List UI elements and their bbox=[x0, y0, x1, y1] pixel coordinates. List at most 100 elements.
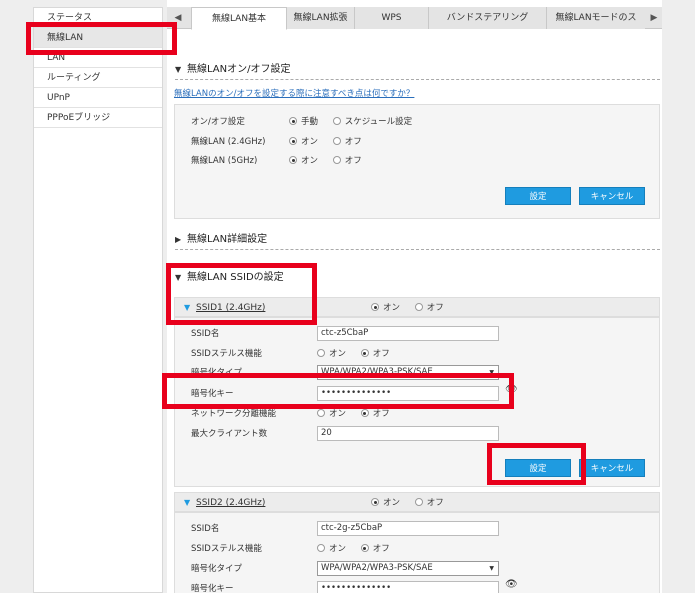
tab-scroll-right-icon[interactable]: ▶ bbox=[647, 7, 661, 29]
radio-icon bbox=[289, 137, 297, 145]
tab-wireless-mode[interactable]: 無線LANモードのス bbox=[547, 7, 645, 29]
form-row: 無線LAN (5GHz) オン オフ bbox=[175, 153, 659, 169]
field-label: オン/オフ設定 bbox=[191, 117, 245, 127]
radio-icon bbox=[317, 349, 325, 357]
collapse-triangle-icon: ▼ bbox=[175, 65, 182, 74]
radio-icon bbox=[332, 117, 341, 125]
ssid1-separator-off-radio[interactable]: オフ bbox=[360, 409, 390, 419]
sidebar-item-routing[interactable]: ルーティング bbox=[34, 68, 162, 88]
radio-icon bbox=[317, 544, 325, 552]
ssid2-on-radio[interactable]: オン bbox=[371, 498, 400, 508]
radio-manual[interactable]: 手動 bbox=[289, 117, 318, 127]
field-label: 暗号化キー bbox=[191, 584, 234, 593]
form-row: 無線LAN (2.4GHz) オン オフ bbox=[175, 134, 659, 150]
tab-band-steering[interactable]: バンドステアリング bbox=[429, 7, 547, 29]
sidebar-item-lan[interactable]: LAN bbox=[34, 48, 162, 68]
ssid2-off-radio[interactable]: オフ bbox=[414, 498, 444, 508]
ssid2-header[interactable]: ▼ SSID2 (2.4GHz) オン オフ bbox=[174, 492, 660, 512]
radio-icon bbox=[371, 498, 379, 506]
radio-icon bbox=[360, 349, 369, 357]
ssid2-stealth-on-radio[interactable]: オン bbox=[317, 544, 346, 554]
radio-icon bbox=[414, 303, 423, 311]
section-title: 無線LAN SSIDの設定 bbox=[187, 272, 284, 283]
radio-5ghz-on[interactable]: オン bbox=[289, 156, 318, 166]
form-row: オン/オフ設定 手動 スケジュール設定 bbox=[175, 114, 659, 130]
radio-schedule[interactable]: スケジュール設定 bbox=[332, 117, 412, 127]
onoff-cancel-button[interactable]: キャンセル bbox=[579, 187, 645, 205]
ssid1-on-radio[interactable]: オン bbox=[371, 303, 400, 313]
ssid1-off-radio[interactable]: オフ bbox=[414, 303, 444, 313]
radio-24ghz-off[interactable]: オフ bbox=[332, 137, 362, 147]
field-label: SSID名 bbox=[191, 524, 220, 534]
radio-5ghz-off[interactable]: オフ bbox=[332, 156, 362, 166]
show-password-icon[interactable]: 👁 bbox=[505, 579, 518, 590]
radio-icon bbox=[332, 137, 341, 145]
section-header-ssid[interactable]: ▼ 無線LAN SSIDの設定 bbox=[175, 268, 660, 288]
radio-icon bbox=[332, 156, 341, 164]
tab-wireless-advanced[interactable]: 無線LAN拡張 bbox=[287, 7, 355, 29]
ssid2-encryption-select[interactable]: WPA/WPA2/WPA3-PSK/SAE bbox=[317, 561, 499, 576]
field-label: 無線LAN (2.4GHz) bbox=[191, 137, 266, 147]
collapse-triangle-icon: ▼ bbox=[184, 303, 191, 312]
tab-wireless-basic[interactable]: 無線LAN基本 bbox=[191, 7, 287, 30]
field-label: 暗号化タイプ bbox=[191, 368, 243, 378]
section-header-onoff[interactable]: ▼ 無線LANオン/オフ設定 bbox=[175, 60, 660, 80]
show-password-icon[interactable]: 👁 bbox=[505, 384, 518, 395]
ssid1-title: SSID1 (2.4GHz) bbox=[196, 303, 266, 313]
radio-icon bbox=[289, 117, 297, 125]
radio-24ghz-on[interactable]: オン bbox=[289, 137, 318, 147]
onoff-help-link[interactable]: 無線LANのオン/オフを設定する際に注意すべき点は何ですか？ bbox=[174, 87, 414, 99]
ssid2-form: SSID名 ctc-2g-z5CbaP SSIDステルス機能 オン オフ 暗号化… bbox=[174, 512, 660, 593]
sidebar-item-upnp[interactable]: UPnP bbox=[34, 88, 162, 108]
sidebar-item-wireless-lan[interactable]: 無線LAN bbox=[34, 28, 162, 48]
form-row: ネットワーク分離機能 オン オフ bbox=[175, 406, 659, 422]
ssid2-key-input[interactable]: •••••••••••••• bbox=[317, 581, 499, 593]
collapse-triangle-icon: ▼ bbox=[184, 498, 191, 507]
ssid1-stealth-on-radio[interactable]: オン bbox=[317, 349, 346, 359]
ssid1-separator-on-radio[interactable]: オン bbox=[317, 409, 346, 419]
field-label: 無線LAN (5GHz) bbox=[191, 156, 258, 166]
tab-scroll-left-icon[interactable]: ◀ bbox=[171, 7, 185, 29]
collapse-triangle-icon: ▼ bbox=[175, 273, 182, 282]
tab-wps[interactable]: WPS bbox=[355, 7, 429, 29]
section-title: 無線LAN詳細設定 bbox=[187, 234, 268, 245]
field-label: SSIDステルス機能 bbox=[191, 544, 262, 554]
field-label: ネットワーク分離機能 bbox=[191, 409, 277, 419]
field-label: 最大クライアント数 bbox=[191, 429, 268, 439]
field-label: SSIDステルス機能 bbox=[191, 349, 262, 359]
radio-icon bbox=[317, 409, 325, 417]
main-panel: ◀ 無線LAN基本 無線LAN拡張 WPS バンドステアリング 無線LANモード… bbox=[167, 0, 662, 593]
ssid1-max-clients-input[interactable]: 20 bbox=[317, 426, 499, 441]
onoff-apply-button[interactable]: 設定 bbox=[505, 187, 571, 205]
ssid1-cancel-button[interactable]: キャンセル bbox=[579, 459, 645, 477]
radio-icon bbox=[360, 544, 369, 552]
form-row: SSIDステルス機能 オン オフ bbox=[175, 346, 659, 362]
section-header-detail[interactable]: ▶ 無線LAN詳細設定 bbox=[175, 230, 660, 250]
field-label: SSID名 bbox=[191, 329, 220, 339]
ssid2-stealth-off-radio[interactable]: オフ bbox=[360, 544, 390, 554]
expand-triangle-icon: ▶ bbox=[175, 235, 182, 244]
onoff-form: オン/オフ設定 手動 スケジュール設定 無線LAN (2.4GHz) オン オフ… bbox=[174, 104, 660, 219]
ssid1-form: SSID名 ctc-z5CbaP SSIDステルス機能 オン オフ 暗号化タイプ… bbox=[174, 317, 660, 487]
tab-bar: ◀ 無線LAN基本 無線LAN拡張 WPS バンドステアリング 無線LANモード… bbox=[167, 7, 662, 30]
ssid1-encryption-select[interactable]: WPA/WPA2/WPA3-PSK/SAE bbox=[317, 365, 499, 380]
field-label: 暗号化キー bbox=[191, 389, 234, 399]
radio-icon bbox=[371, 303, 379, 311]
ssid1-header[interactable]: ▼ SSID1 (2.4GHz) オン オフ bbox=[174, 297, 660, 317]
radio-icon bbox=[414, 498, 423, 506]
field-label: 暗号化タイプ bbox=[191, 564, 243, 574]
section-title: 無線LANオン/オフ設定 bbox=[187, 64, 291, 75]
form-row: SSIDステルス機能 オン オフ bbox=[175, 541, 659, 557]
sidebar-item-pppoe-bridge[interactable]: PPPoEブリッジ bbox=[34, 108, 162, 128]
sidebar-item-status[interactable]: ステータス bbox=[34, 8, 162, 28]
ssid1-apply-button[interactable]: 設定 bbox=[505, 459, 571, 477]
sidebar: ステータス 無線LAN LAN ルーティング UPnP PPPoEブリッジ bbox=[33, 7, 163, 593]
page-gutter bbox=[662, 0, 695, 593]
ssid2-name-input[interactable]: ctc-2g-z5CbaP bbox=[317, 521, 499, 536]
ssid1-stealth-off-radio[interactable]: オフ bbox=[360, 349, 390, 359]
ssid1-name-input[interactable]: ctc-z5CbaP bbox=[317, 326, 499, 341]
ssid1-key-input[interactable]: •••••••••••••• bbox=[317, 386, 499, 401]
ssid2-title: SSID2 (2.4GHz) bbox=[196, 498, 266, 508]
radio-icon bbox=[289, 156, 297, 164]
radio-icon bbox=[360, 409, 369, 417]
